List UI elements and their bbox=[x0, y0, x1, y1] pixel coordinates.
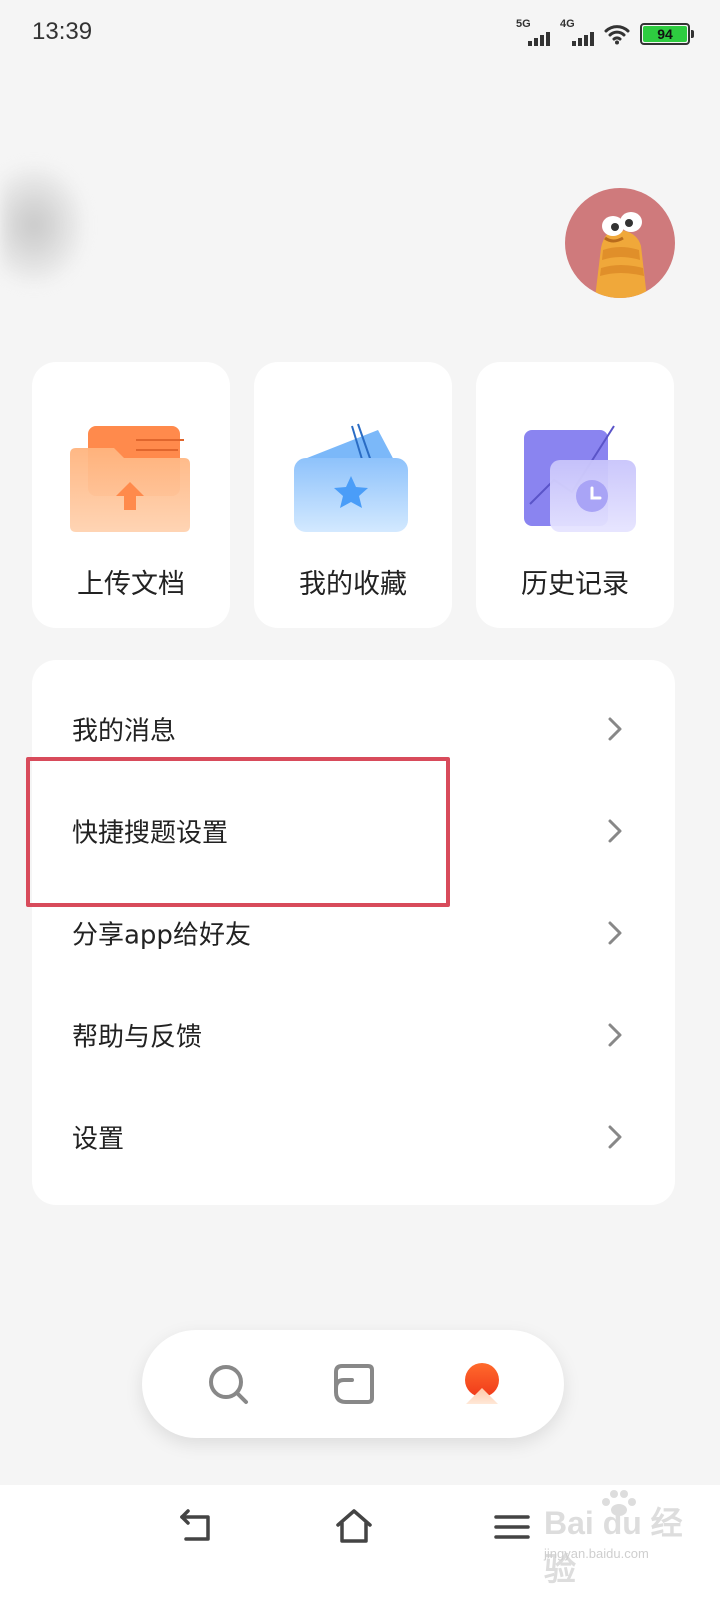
battery-level: 94 bbox=[643, 26, 687, 42]
menu-icon[interactable] bbox=[492, 1507, 532, 1547]
favorites-star-icon bbox=[288, 420, 418, 540]
my-favorites-card[interactable]: 我的收藏 bbox=[254, 362, 452, 628]
highlight-annotation-box bbox=[26, 757, 450, 907]
status-icons: 5G 4G 94 bbox=[516, 18, 694, 48]
menu-item-help-feedback[interactable]: 帮助与反馈 bbox=[32, 984, 675, 1086]
monster-avatar-icon bbox=[595, 212, 647, 298]
chevron-right-icon bbox=[608, 717, 622, 741]
chevron-right-icon bbox=[608, 819, 622, 843]
bottom-tab-bar bbox=[142, 1330, 564, 1438]
home-icon[interactable] bbox=[334, 1507, 374, 1547]
search-icon[interactable] bbox=[204, 1360, 252, 1408]
signal-4g-icon: 4G bbox=[560, 18, 594, 46]
notebook-icon[interactable] bbox=[330, 1360, 378, 1408]
history-clock-icon bbox=[510, 420, 640, 540]
status-bar: 13:39 5G 4G 94 bbox=[0, 0, 720, 70]
wifi-icon bbox=[604, 25, 630, 45]
avatar[interactable] bbox=[565, 188, 675, 298]
network-type-1: 5G bbox=[516, 18, 531, 30]
history-label: 历史记录 bbox=[521, 569, 629, 600]
status-time: 13:39 bbox=[32, 18, 93, 45]
baidu-jingyan-watermark: Bai du 经验 jingyan.baidu.com bbox=[544, 1490, 684, 1587]
blurred-decoration bbox=[0, 165, 85, 285]
settings-menu: 我的消息 快捷搜题设置 分享app给好友 帮助与反馈 设置 bbox=[32, 660, 675, 1205]
menu-item-label: 我的消息 bbox=[72, 716, 177, 747]
menu-item-settings[interactable]: 设置 bbox=[32, 1086, 675, 1188]
upload-document-card[interactable]: 上传文档 bbox=[32, 362, 230, 628]
upload-folder-icon bbox=[66, 420, 196, 540]
back-icon[interactable] bbox=[178, 1507, 218, 1547]
chevron-right-icon bbox=[608, 1125, 622, 1149]
chevron-right-icon bbox=[608, 921, 622, 945]
my-favorites-label: 我的收藏 bbox=[299, 569, 407, 600]
menu-item-label: 分享app给好友 bbox=[72, 920, 251, 951]
quick-actions: 上传文档 我的收藏 历史记录 bbox=[32, 362, 675, 628]
watermark-logo-text: Bai du 经验 bbox=[544, 1505, 683, 1587]
watermark-url: jingyan.baidu.com bbox=[544, 1546, 649, 1561]
chevron-right-icon bbox=[608, 1023, 622, 1047]
battery-icon: 94 bbox=[640, 23, 694, 45]
network-type-2: 4G bbox=[560, 18, 575, 30]
profile-sun-icon[interactable] bbox=[458, 1360, 506, 1408]
history-card[interactable]: 历史记录 bbox=[476, 362, 674, 628]
menu-item-label: 帮助与反馈 bbox=[72, 1022, 203, 1053]
upload-document-label: 上传文档 bbox=[77, 569, 185, 600]
menu-item-label: 设置 bbox=[72, 1124, 125, 1155]
signal-5g-icon: 5G bbox=[516, 18, 550, 46]
